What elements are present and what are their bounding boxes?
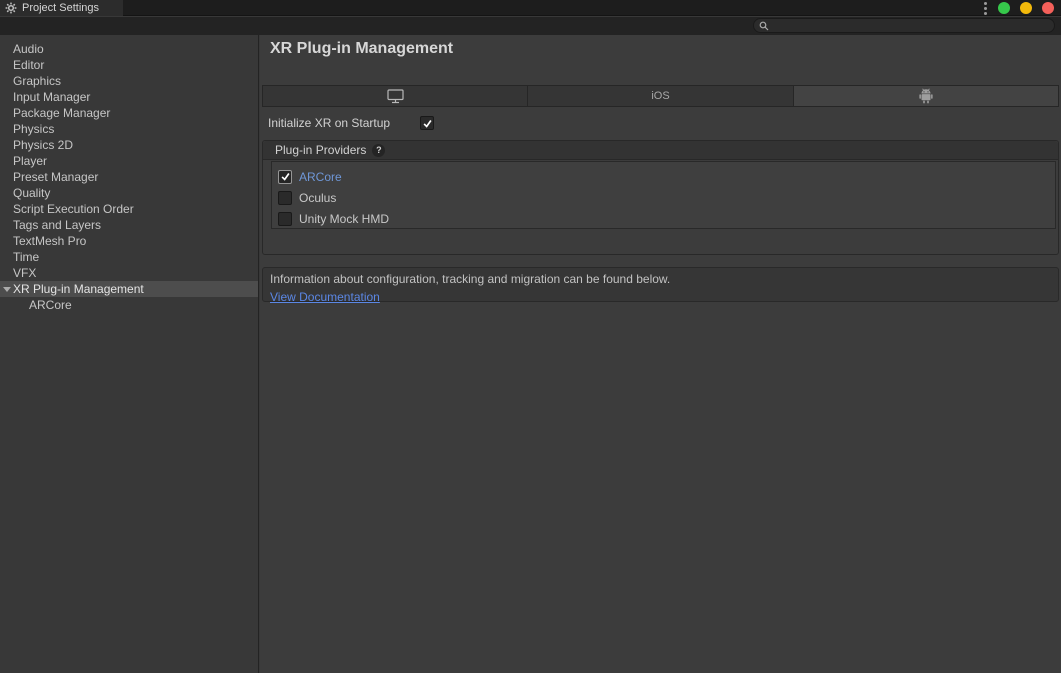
sidebar-item-player[interactable]: Player bbox=[0, 153, 258, 169]
settings-category-sidebar: Audio Editor Graphics Input Manager Pack… bbox=[0, 35, 259, 673]
triangle-down-icon[interactable] bbox=[3, 287, 11, 292]
sidebar-item-physics-2d[interactable]: Physics 2D bbox=[0, 137, 258, 153]
sidebar-item-tags-and-layers[interactable]: Tags and Layers bbox=[0, 217, 258, 233]
sidebar-item-label: XR Plug-in Management bbox=[13, 282, 144, 296]
window-minimize-button[interactable] bbox=[998, 2, 1010, 14]
arcore-checkbox[interactable] bbox=[278, 170, 292, 184]
tab-ios[interactable]: iOS bbox=[527, 86, 792, 106]
settings-toolbar bbox=[0, 17, 1061, 35]
search-box[interactable] bbox=[753, 18, 1055, 33]
arcore-label: ARCore bbox=[299, 170, 342, 184]
checkmark-icon bbox=[280, 171, 291, 182]
oculus-label: Oculus bbox=[299, 191, 336, 205]
monitor-icon bbox=[387, 89, 404, 104]
initialize-xr-checkbox[interactable] bbox=[420, 116, 434, 130]
oculus-checkbox[interactable] bbox=[278, 191, 292, 205]
info-text: Information about configuration, trackin… bbox=[270, 272, 1051, 286]
unity-mock-hmd-label: Unity Mock HMD bbox=[299, 212, 389, 226]
sidebar-item-preset-manager[interactable]: Preset Manager bbox=[0, 169, 258, 185]
magnifier-icon bbox=[759, 21, 769, 31]
kebab-menu-icon[interactable] bbox=[984, 2, 987, 15]
info-box: Information about configuration, trackin… bbox=[262, 267, 1059, 302]
sidebar-item-script-execution-order[interactable]: Script Execution Order bbox=[0, 201, 258, 217]
window-maximize-button[interactable] bbox=[1020, 2, 1032, 14]
plugin-providers-header: Plug-in Providers ? bbox=[263, 141, 1058, 160]
provider-row-oculus[interactable]: Oculus bbox=[272, 187, 1055, 208]
sidebar-item-quality[interactable]: Quality bbox=[0, 185, 258, 201]
project-settings-tab[interactable]: Project Settings bbox=[0, 0, 123, 16]
initialize-xr-label: Initialize XR on Startup bbox=[268, 116, 390, 130]
sidebar-item-graphics[interactable]: Graphics bbox=[0, 73, 258, 89]
search-input[interactable] bbox=[773, 19, 1043, 32]
unity-mock-hmd-checkbox[interactable] bbox=[278, 212, 292, 226]
gear-icon bbox=[5, 2, 17, 14]
sidebar-item-audio[interactable]: Audio bbox=[0, 41, 258, 57]
android-icon bbox=[919, 88, 933, 104]
plugin-providers-section: Plug-in Providers ? ARCore Oculus Unity … bbox=[262, 140, 1059, 255]
sidebar-item-xr-plugin-management[interactable]: XR Plug-in Management bbox=[0, 281, 258, 297]
sidebar-item-package-manager[interactable]: Package Manager bbox=[0, 105, 258, 121]
xr-plugin-management-panel: XR Plug-in Management iOS bbox=[260, 35, 1061, 673]
tab-desktop[interactable] bbox=[263, 86, 527, 106]
tab-ios-label: iOS bbox=[651, 90, 669, 102]
sidebar-item-editor[interactable]: Editor bbox=[0, 57, 258, 73]
checkmark-icon bbox=[422, 118, 433, 129]
plugin-providers-list: ARCore Oculus Unity Mock HMD bbox=[271, 161, 1056, 229]
view-documentation-link[interactable]: View Documentation bbox=[270, 290, 380, 304]
window-title: Project Settings bbox=[22, 2, 99, 14]
question-circle-icon[interactable]: ? bbox=[372, 144, 385, 157]
sidebar-item-time[interactable]: Time bbox=[0, 249, 258, 265]
provider-row-unity-mock-hmd[interactable]: Unity Mock HMD bbox=[272, 208, 1055, 229]
platform-tabbar: iOS bbox=[262, 85, 1059, 107]
provider-row-arcore[interactable]: ARCore bbox=[272, 166, 1055, 187]
window-close-button[interactable] bbox=[1042, 2, 1054, 14]
sidebar-item-vfx[interactable]: VFX bbox=[0, 265, 258, 281]
window-titlebar: Project Settings bbox=[0, 0, 1061, 16]
tab-android[interactable] bbox=[793, 86, 1058, 106]
sidebar-item-physics[interactable]: Physics bbox=[0, 121, 258, 137]
page-title: XR Plug-in Management bbox=[270, 40, 453, 58]
sidebar-item-input-manager[interactable]: Input Manager bbox=[0, 89, 258, 105]
sidebar-item-arcore[interactable]: ARCore bbox=[0, 297, 258, 313]
initialize-xr-row: Initialize XR on Startup bbox=[268, 114, 390, 132]
plugin-providers-title: Plug-in Providers bbox=[275, 143, 366, 157]
sidebar-item-textmesh-pro[interactable]: TextMesh Pro bbox=[0, 233, 258, 249]
window-controls bbox=[984, 0, 1061, 16]
